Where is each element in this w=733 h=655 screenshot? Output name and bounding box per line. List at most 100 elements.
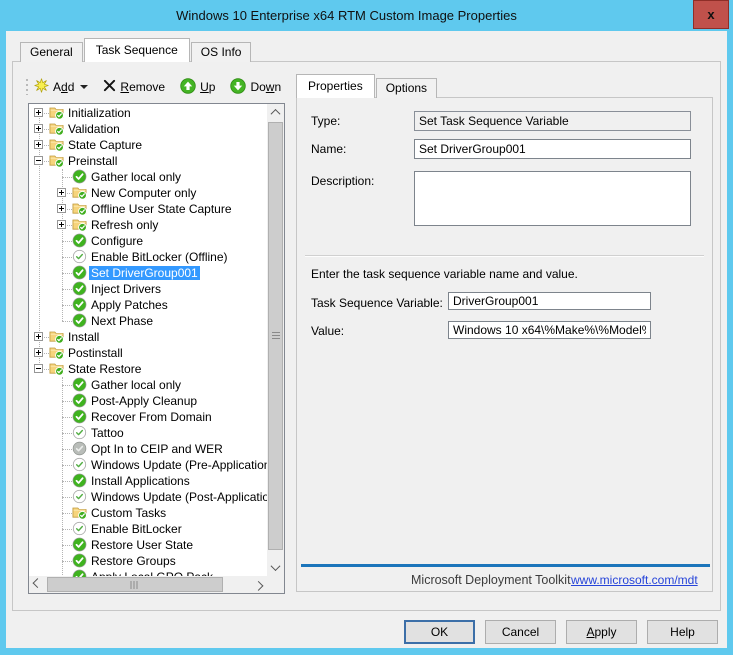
- tree-item[interactable]: Refresh only: [29, 217, 267, 233]
- tree-item[interactable]: Install: [29, 329, 267, 345]
- close-button[interactable]: x: [693, 0, 729, 29]
- mdt-link[interactable]: www.microsoft.com/mdt: [571, 573, 698, 587]
- window-title: Windows 10 Enterprise x64 RTM Custom Ima…: [0, 0, 693, 31]
- tree-connector: [62, 545, 72, 546]
- tree-item[interactable]: State Restore: [29, 361, 267, 377]
- tree-item[interactable]: Restore Groups: [29, 553, 267, 569]
- tab-os-info[interactable]: OS Info: [191, 42, 252, 62]
- expand-icon[interactable]: [57, 188, 66, 197]
- remove-button[interactable]: Remove: [103, 79, 165, 95]
- description-field[interactable]: [414, 171, 691, 226]
- tree-item[interactable]: Set DriverGroup001: [29, 265, 267, 281]
- tree-item-label: Recover From Domain: [89, 410, 214, 424]
- collapse-icon[interactable]: [34, 156, 43, 165]
- up-button[interactable]: Up: [180, 78, 215, 97]
- window: Windows 10 Enterprise x64 RTM Custom Ima…: [0, 0, 733, 655]
- scroll-down-button[interactable]: [267, 559, 284, 576]
- tree-item[interactable]: Gather local only: [29, 377, 267, 393]
- tree-item[interactable]: Postinstall: [29, 345, 267, 361]
- scroll-left-button[interactable]: [29, 576, 46, 593]
- scroll-up-button[interactable]: [267, 104, 284, 121]
- tab-properties[interactable]: Properties: [296, 74, 375, 98]
- tree-item-label: Configure: [89, 234, 145, 248]
- tree-item-label: Windows Update (Post-Application Ins: [89, 490, 267, 504]
- tree-item-label: New Computer only: [89, 186, 198, 200]
- tree-item-label: Offline User State Capture: [89, 202, 234, 216]
- tree-item[interactable]: Recover From Domain: [29, 409, 267, 425]
- expand-icon[interactable]: [57, 204, 66, 213]
- tree-connector: [62, 481, 72, 482]
- expand-icon[interactable]: [34, 332, 43, 341]
- step-green-icon: [72, 409, 87, 424]
- tree-item[interactable]: New Computer only: [29, 185, 267, 201]
- tree-connector: [62, 513, 72, 514]
- value-label: Value:: [311, 324, 344, 338]
- help-button[interactable]: Help: [647, 620, 718, 644]
- vertical-scroll-thumb[interactable]: [268, 122, 283, 550]
- tree-connector: [62, 273, 72, 274]
- cancel-button[interactable]: Cancel: [485, 620, 556, 644]
- step-green-icon: [72, 377, 87, 392]
- tree-item[interactable]: Preinstall: [29, 153, 267, 169]
- apply-button[interactable]: Apply: [566, 620, 637, 644]
- tab-general[interactable]: General: [20, 42, 83, 62]
- tree-connector: [62, 417, 72, 418]
- expand-icon[interactable]: [34, 140, 43, 149]
- tree-item[interactable]: Custom Tasks: [29, 505, 267, 521]
- tree-item[interactable]: Validation: [29, 121, 267, 137]
- tree-item[interactable]: Tattoo: [29, 425, 267, 441]
- expand-icon[interactable]: [34, 348, 43, 357]
- properties-tab-page: Type: Set Task Sequence Variable Name: D…: [296, 97, 713, 592]
- collapse-icon[interactable]: [34, 364, 43, 373]
- tree-connector: [62, 465, 72, 466]
- tree-vertical-scrollbar[interactable]: [267, 104, 284, 576]
- tree-item-label: Custom Tasks: [89, 506, 168, 520]
- tree-item[interactable]: Configure: [29, 233, 267, 249]
- tree-item-label: Gather local only: [89, 170, 183, 184]
- step-light-icon: [72, 457, 87, 472]
- horizontal-scroll-thumb[interactable]: [47, 577, 223, 592]
- tree-item[interactable]: Offline User State Capture: [29, 201, 267, 217]
- step-green-icon: [72, 281, 87, 296]
- toolbar-grip: [26, 79, 28, 95]
- tree-item[interactable]: Windows Update (Pre-Application Inst: [29, 457, 267, 473]
- value-field[interactable]: [448, 321, 651, 339]
- tree-item-label: Restore User State: [89, 538, 195, 552]
- tab-task-sequence[interactable]: Task Sequence: [84, 38, 190, 62]
- add-button[interactable]: Add: [34, 78, 88, 96]
- expand-icon[interactable]: [34, 108, 43, 117]
- expand-icon[interactable]: [57, 220, 66, 229]
- tree-horizontal-scrollbar[interactable]: [29, 576, 267, 593]
- dropdown-caret-icon[interactable]: [80, 85, 88, 89]
- step-light-icon: [72, 489, 87, 504]
- tree-connector: [62, 433, 72, 434]
- tab-options[interactable]: Options: [376, 78, 437, 98]
- ok-button[interactable]: OK: [404, 620, 475, 644]
- folder-icon: [72, 505, 87, 520]
- name-field[interactable]: [414, 139, 691, 159]
- down-button[interactable]: Down: [230, 78, 281, 97]
- tree-item[interactable]: Next Phase: [29, 313, 267, 329]
- tree-item[interactable]: Gather local only: [29, 169, 267, 185]
- tree-item[interactable]: Apply Patches: [29, 297, 267, 313]
- tree-item[interactable]: State Capture: [29, 137, 267, 153]
- tree-item[interactable]: Enable BitLocker: [29, 521, 267, 537]
- tree-item-label: State Capture: [66, 138, 144, 152]
- tree-item[interactable]: Post-Apply Cleanup: [29, 393, 267, 409]
- tree-item[interactable]: Opt In to CEIP and WER: [29, 441, 267, 457]
- tree-item[interactable]: Restore User State: [29, 537, 267, 553]
- tree-item-label: Next Phase: [89, 314, 155, 328]
- folder-icon: [49, 153, 64, 168]
- step-green-icon: [72, 537, 87, 552]
- tree-item[interactable]: Enable BitLocker (Offline): [29, 249, 267, 265]
- tree-item[interactable]: Inject Drivers: [29, 281, 267, 297]
- tree-item[interactable]: Windows Update (Post-Application Ins: [29, 489, 267, 505]
- close-icon: x: [707, 7, 714, 22]
- task-sequence-tree: InitializationValidationState CapturePre…: [28, 103, 285, 594]
- expand-icon[interactable]: [34, 124, 43, 133]
- variable-field[interactable]: [448, 292, 651, 310]
- tree-item[interactable]: Initialization: [29, 105, 267, 121]
- scroll-right-button[interactable]: [250, 576, 267, 593]
- tree-item[interactable]: Install Applications: [29, 473, 267, 489]
- tree-connector: [62, 561, 72, 562]
